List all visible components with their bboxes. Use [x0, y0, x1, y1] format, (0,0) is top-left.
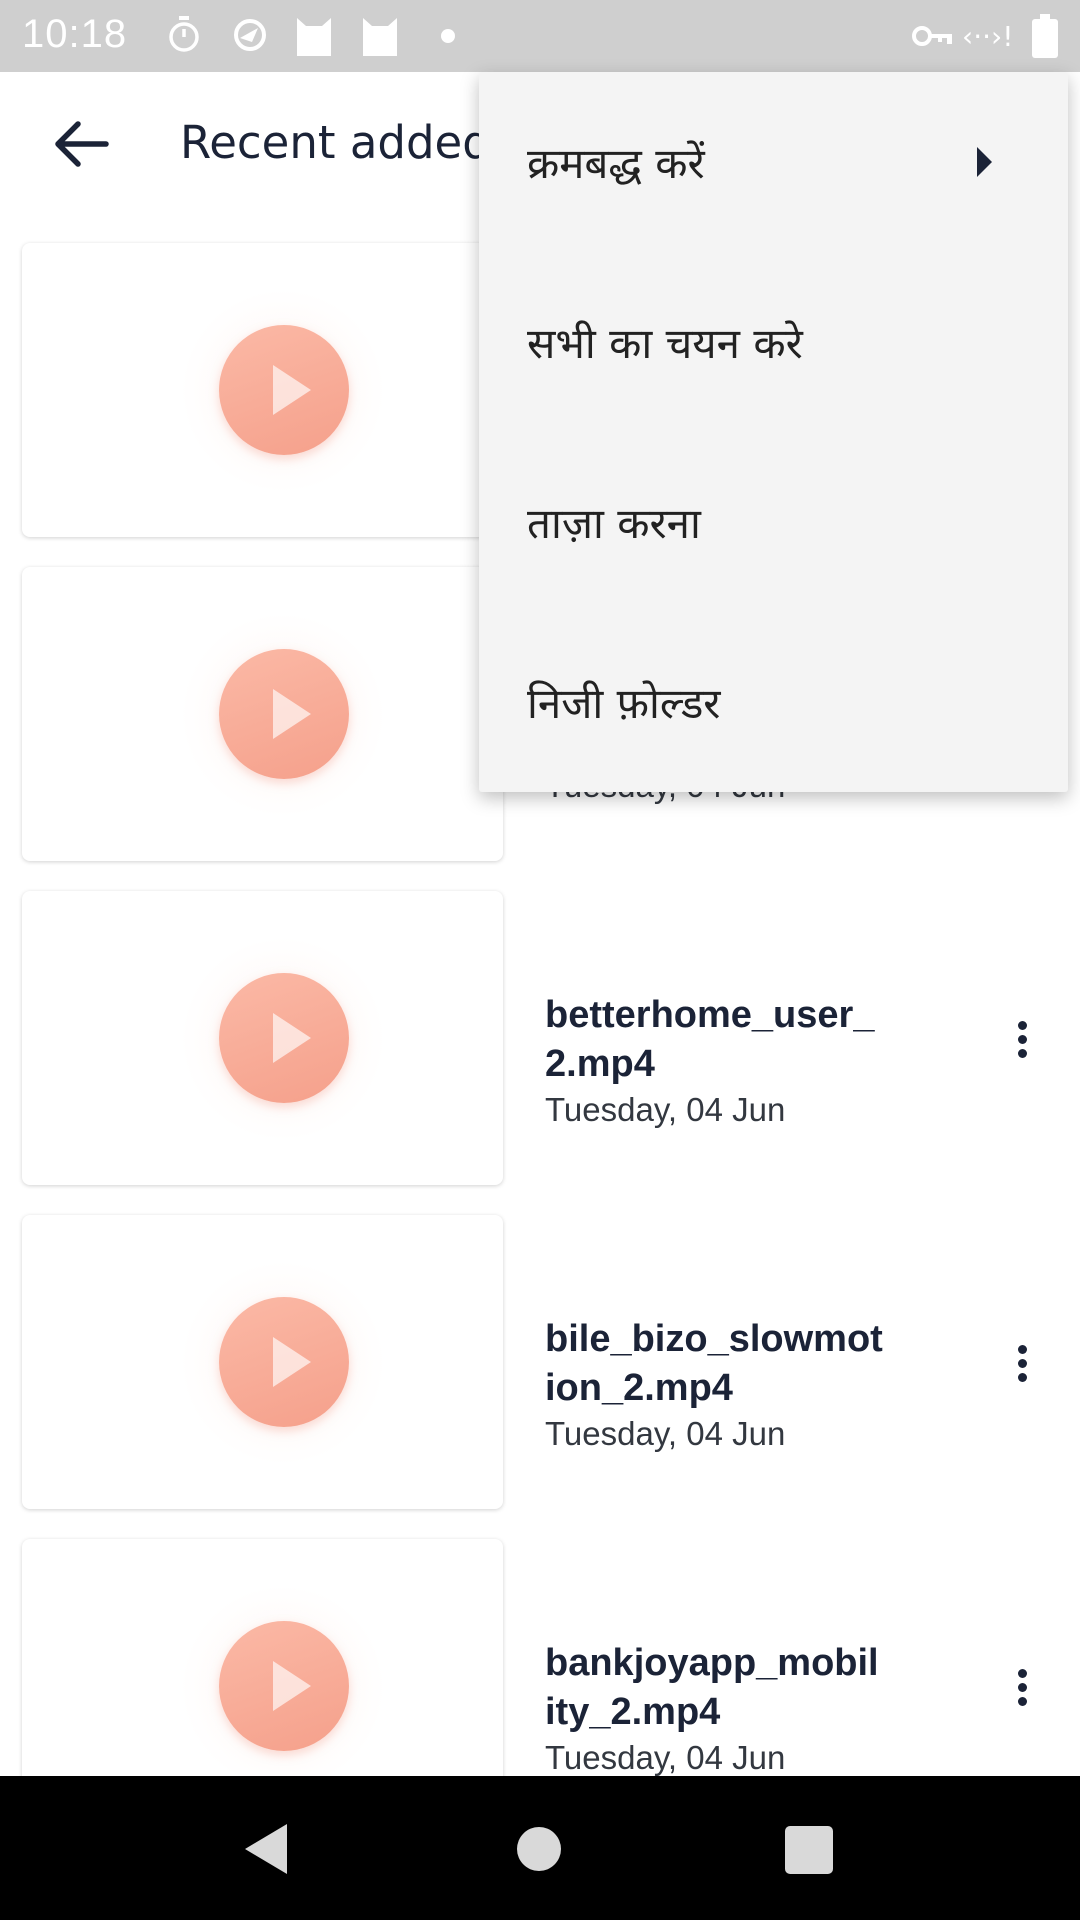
video-thumbnail[interactable] [22, 243, 503, 537]
cat-icon [363, 18, 397, 56]
video-date: Tuesday, 04 Jun [545, 1091, 786, 1128]
video-thumbnail[interactable] [22, 891, 503, 1185]
more-options-icon[interactable] [1004, 1663, 1040, 1711]
menu-item-select-all[interactable]: सभी का चयन करे [479, 252, 1068, 432]
video-item[interactable]: betterhome_user_2.mp4 Tuesday, 04 Jun [0, 891, 1080, 1187]
battery-icon [1032, 14, 1058, 58]
video-name: bankjoyapp_mobility_2.mp4 [545, 1642, 879, 1733]
video-item[interactable]: bile_bizo_slowmotion_2.mp4 Tuesday, 04 J… [0, 1215, 1080, 1511]
menu-item-label: क्रमबद्ध करें [527, 139, 705, 188]
nav-back-icon[interactable] [245, 1824, 287, 1874]
video-name: betterhome_user_2.mp4 [545, 994, 875, 1085]
navigation-bar [0, 1776, 1080, 1920]
page-title: Recent added [180, 116, 491, 169]
more-options-icon[interactable] [1004, 1339, 1040, 1387]
play-icon[interactable] [219, 973, 349, 1103]
video-date: Tuesday, 04 Jun [545, 1739, 786, 1776]
vpn-key-icon [912, 26, 952, 46]
play-icon[interactable] [219, 325, 349, 455]
nav-home-icon[interactable] [517, 1827, 561, 1871]
play-icon[interactable] [219, 649, 349, 779]
timer-icon [169, 16, 199, 52]
submenu-arrow-icon [977, 147, 992, 177]
more-options-icon[interactable] [1004, 1015, 1040, 1063]
status-bar: 10:18 ‹··›! [0, 0, 1080, 72]
play-icon[interactable] [219, 1297, 349, 1427]
video-thumbnail[interactable] [22, 1215, 503, 1509]
menu-item-label: निजी फ़ोल्डर [527, 679, 721, 728]
sync-icon [234, 19, 266, 51]
play-icon[interactable] [219, 1621, 349, 1751]
menu-item-refresh[interactable]: ताज़ा करना [479, 432, 1068, 612]
video-name: bile_bizo_slowmotion_2.mp4 [545, 1318, 883, 1409]
video-date: Tuesday, 04 Jun [545, 1415, 786, 1452]
video-thumbnail[interactable] [22, 567, 503, 861]
back-arrow-icon[interactable] [52, 114, 112, 174]
nav-recents-icon[interactable] [785, 1826, 833, 1874]
dot-icon [441, 29, 455, 43]
menu-item-private-folder[interactable]: निजी फ़ोल्डर [479, 612, 1068, 792]
svg-text:‹··›!: ‹··›! [962, 20, 1012, 53]
overflow-menu: क्रमबद्ध करें सभी का चयन करे ताज़ा करना … [479, 72, 1068, 792]
menu-item-sort[interactable]: क्रमबद्ध करें [479, 72, 1068, 252]
status-time: 10:18 [22, 12, 128, 56]
menu-item-label: ताज़ा करना [527, 499, 701, 548]
data-saver-icon: ‹··›! [962, 20, 1012, 53]
menu-item-label: सभी का चयन करे [527, 319, 803, 368]
cat-icon [297, 18, 331, 56]
